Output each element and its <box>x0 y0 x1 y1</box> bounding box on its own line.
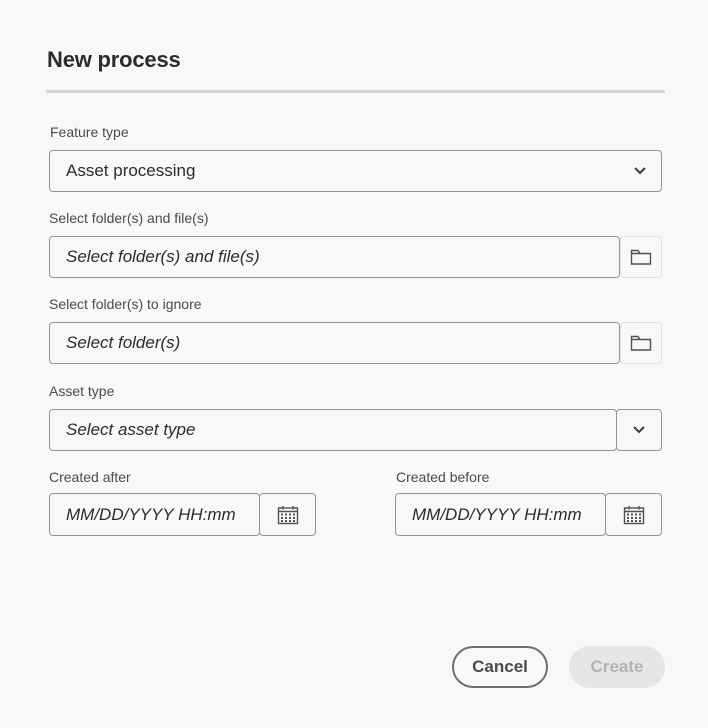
created-before-placeholder: MM/DD/YYYY HH:mm <box>412 504 582 524</box>
create-button[interactable]: Create <box>569 646 665 688</box>
created-after-calendar-button[interactable] <box>259 493 316 536</box>
calendar-icon <box>623 505 644 524</box>
select-files-placeholder: Select folder(s) and file(s) <box>66 247 260 266</box>
folder-icon <box>630 335 652 351</box>
new-process-dialog: New process Feature type Asset processin… <box>0 0 708 728</box>
asset-type-label: Asset type <box>49 383 115 399</box>
calendar-icon <box>277 505 298 524</box>
created-before-input[interactable]: MM/DD/YYYY HH:mm <box>395 493 606 536</box>
select-files-label: Select folder(s) and file(s) <box>49 210 209 226</box>
browse-files-button[interactable] <box>620 236 662 278</box>
browse-ignore-button[interactable] <box>620 322 662 364</box>
ignore-folders-input[interactable]: Select folder(s) <box>49 322 620 364</box>
folder-icon <box>630 249 652 265</box>
ignore-folders-placeholder: Select folder(s) <box>66 333 181 352</box>
title-divider <box>46 90 665 93</box>
created-before-label: Created before <box>396 469 490 485</box>
feature-type-select[interactable]: Asset processing <box>49 150 662 192</box>
asset-type-dropdown-button[interactable] <box>616 409 662 451</box>
dialog-title: New process <box>47 47 181 72</box>
feature-type-label: Feature type <box>50 124 129 140</box>
created-after-label: Created after <box>49 469 131 485</box>
created-after-placeholder: MM/DD/YYYY HH:mm <box>66 504 236 524</box>
created-before-calendar-button[interactable] <box>605 493 662 536</box>
cancel-button[interactable]: Cancel <box>452 646 548 688</box>
feature-type-value: Asset processing <box>66 161 196 180</box>
created-after-input[interactable]: MM/DD/YYYY HH:mm <box>49 493 260 536</box>
select-files-input[interactable]: Select folder(s) and file(s) <box>49 236 620 278</box>
chevron-down-icon <box>634 167 646 175</box>
asset-type-placeholder: Select asset type <box>66 420 196 439</box>
asset-type-input[interactable]: Select asset type <box>49 409 617 451</box>
ignore-folders-label: Select folder(s) to ignore <box>49 296 202 312</box>
chevron-down-icon <box>633 426 645 434</box>
